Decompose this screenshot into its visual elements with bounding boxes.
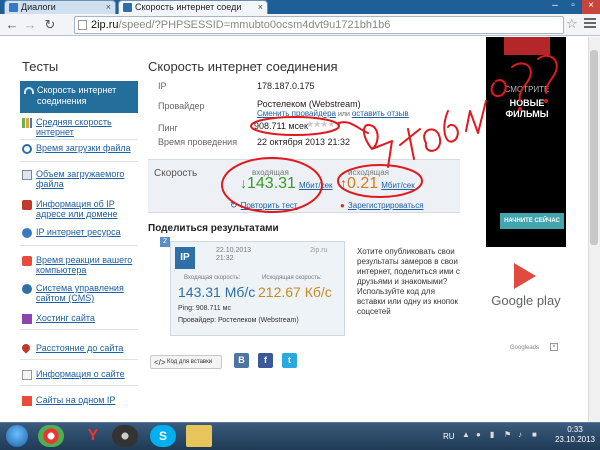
tab-close-icon[interactable]: × <box>106 1 111 13</box>
tab-close-icon[interactable]: × <box>258 1 263 13</box>
scribble-overlay <box>221 54 558 213</box>
bookmark-star-icon[interactable]: ☆ <box>566 16 582 32</box>
folder-icon[interactable] <box>186 425 212 447</box>
ping-circle <box>250 116 340 136</box>
tab-speedtest[interactable]: Скорость интернет соеди × <box>118 0 268 14</box>
question-dot-2 <box>544 99 548 103</box>
outgoing-circle <box>337 164 423 198</box>
skype-icon[interactable]: S <box>150 425 176 447</box>
incoming-circle <box>221 157 323 213</box>
minimize-icon[interactable]: – <box>546 0 564 14</box>
tray-app-icon[interactable]: ● <box>476 430 486 440</box>
question-mark-2 <box>537 54 558 94</box>
volume-icon[interactable]: ♪ <box>518 430 528 440</box>
flag-icon[interactable]: ⚑ <box>504 430 514 440</box>
menu-icon[interactable] <box>584 18 596 30</box>
scribble-char-2 <box>399 128 421 160</box>
tray-misc-icon[interactable]: ■ <box>532 430 542 440</box>
forward-icon[interactable]: → <box>22 17 38 33</box>
start-button[interactable] <box>6 425 28 447</box>
language-indicator[interactable]: RU <box>443 432 455 441</box>
scribble-char-3 <box>423 128 442 152</box>
tab-favicon-icon <box>9 3 18 12</box>
tray-arrow-icon[interactable]: ▲ <box>462 430 472 440</box>
scribble-char-6 <box>490 79 507 97</box>
tab-dialogs[interactable]: Диалоги × <box>4 0 116 14</box>
scribble-char-5 <box>465 100 487 134</box>
window-close-icon[interactable]: × <box>582 0 600 14</box>
page-icon <box>78 20 87 30</box>
chrome-icon[interactable] <box>38 425 64 447</box>
back-icon[interactable]: ← <box>4 17 20 33</box>
question-dot-1 <box>518 107 522 111</box>
network-icon[interactable]: ▮ <box>490 430 500 440</box>
address-bar[interactable]: 2ip.ru/speed/?PHPSESSID=mmubto0ocsm4dvt9… <box>74 16 564 34</box>
clock[interactable]: 0:33 23.10.2013 <box>552 425 598 445</box>
steam-icon[interactable] <box>112 425 138 447</box>
yandex-icon[interactable]: Y <box>80 425 106 447</box>
scribble-char-1 <box>363 124 393 168</box>
scribble-char-4 <box>443 110 459 143</box>
maximize-icon[interactable]: ▫ <box>564 0 582 14</box>
reload-icon[interactable]: ↻ <box>42 17 58 33</box>
question-mark-1 <box>511 62 532 102</box>
tab-favicon-icon <box>123 3 132 12</box>
